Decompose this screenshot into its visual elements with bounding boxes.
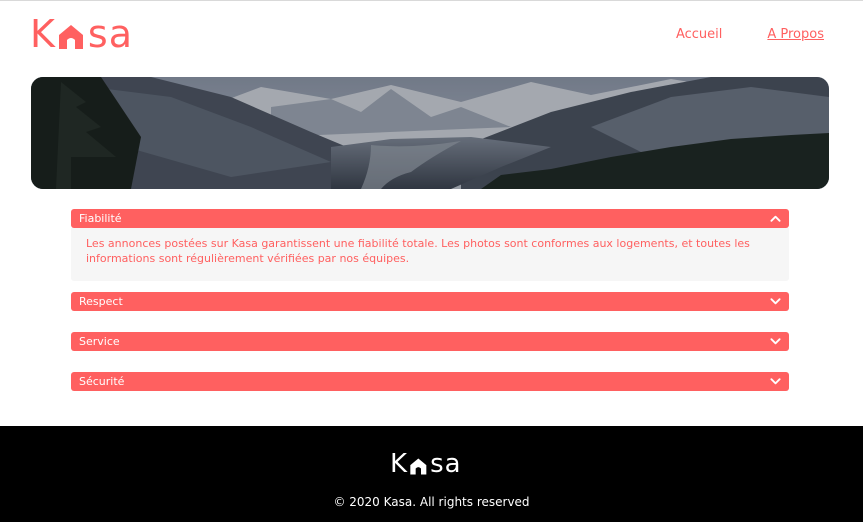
house-icon [410, 458, 427, 475]
collapse-content-fiabilite: Les annonces postées sur Kasa garantisse… [71, 228, 789, 281]
nav-link-a-propos[interactable]: A Propos [767, 27, 824, 42]
collapse-fiabilite: Fiabilité Les annonces postées sur Kasa … [71, 209, 789, 281]
mountain-landscape-image [31, 77, 829, 189]
footer-logo-word-rest: sa [430, 449, 462, 479]
collapse-title: Respect [79, 295, 123, 308]
collapse-title: Sécurité [79, 375, 125, 388]
banner-image [31, 77, 829, 189]
collapse-header-service[interactable]: Service [71, 332, 789, 351]
collapse-title: Service [79, 335, 120, 348]
collapse-text: Les annonces postées sur Kasa garantisse… [86, 237, 750, 265]
collapse-respect: Respect [71, 292, 789, 311]
collapse-header-securite[interactable]: Sécurité [71, 372, 789, 391]
logo-word-rest: sa [87, 12, 134, 56]
chevron-down-icon[interactable] [770, 336, 781, 347]
collapse-title: Fiabilité [79, 212, 122, 225]
collapse-service: Service [71, 332, 789, 351]
kasa-logo[interactable]: K sa [30, 13, 133, 55]
chevron-down-icon[interactable] [770, 376, 781, 387]
collapse-securite: Sécurité [71, 372, 789, 391]
chevron-up-icon[interactable] [770, 213, 781, 224]
nav-link-accueil[interactable]: Accueil [676, 27, 722, 42]
collapse-header-respect[interactable]: Respect [71, 292, 789, 311]
main-nav: Accueil A Propos [676, 27, 824, 42]
footer-logo: K sa [390, 450, 462, 478]
logo-letter-k: K [30, 12, 56, 56]
chevron-down-icon[interactable] [770, 296, 781, 307]
footer-logo-letter-k: K [390, 449, 409, 479]
footer: K sa © 2020 Kasa. All rights reserved [0, 426, 863, 522]
house-icon [58, 25, 83, 49]
header: K sa Accueil A Propos [0, 1, 863, 71]
collapse-header-fiabilite[interactable]: Fiabilité [71, 209, 789, 228]
copyright-text: © 2020 Kasa. All rights reserved [333, 495, 530, 509]
